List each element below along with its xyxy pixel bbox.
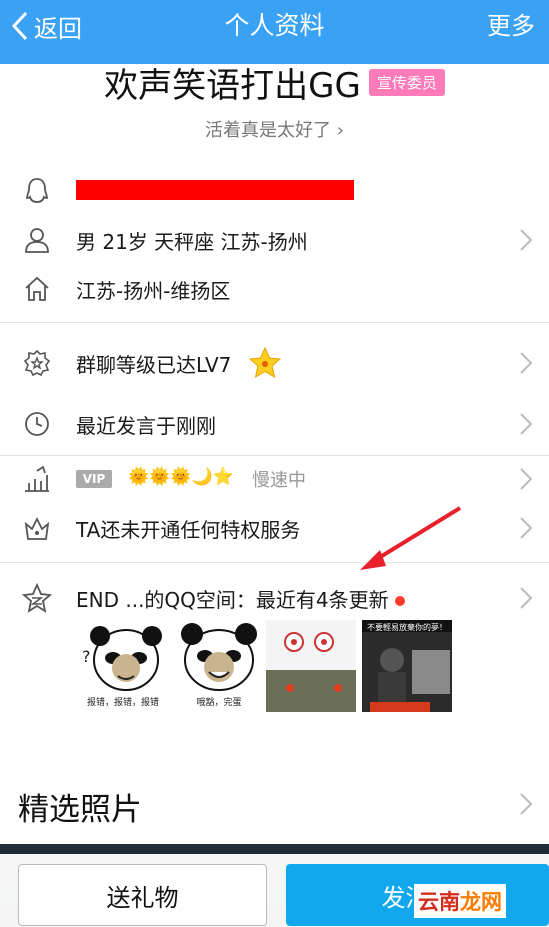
navbar: 返回 个人资料 更多 [0, 0, 549, 64]
qzone-thumbnail[interactable]: 哦豁，完蛋 [174, 620, 264, 712]
last-speak-text: 最近发言于刚刚 [76, 413, 216, 438]
redaction-bar [76, 180, 354, 200]
vip-tag: VIP [76, 470, 112, 488]
more-button[interactable]: 更多 [487, 6, 535, 46]
chevron-right-icon [520, 517, 533, 539]
last-speak-row[interactable]: 最近发言于刚刚 [0, 399, 549, 449]
group-level-row[interactable]: 群聊等级已达LV7 [0, 338, 549, 388]
qzone-thumbnail[interactable]: ? 报错，报错，报错 [78, 620, 168, 712]
qzone-star-icon [22, 583, 52, 613]
qzone-text: END ...的QQ空间：最近有4条更新 [76, 584, 405, 613]
penguin-icon [22, 176, 52, 206]
anime-meme-image [266, 620, 356, 712]
star-level-icon [248, 346, 282, 379]
svg-text:?: ? [82, 647, 91, 666]
speech-photo-image [362, 620, 452, 712]
level-icons: 🌞🌞🌞🌙⭐ [128, 467, 234, 487]
photos-section-title: 精选照片 [18, 792, 142, 828]
update-dot [394, 596, 405, 606]
signature-link[interactable]: 活着真是太好了 › [0, 116, 549, 142]
chevron-right-icon [520, 413, 533, 435]
basic-info-row[interactable]: 男 21岁 天秤座 江苏-扬州 [0, 215, 549, 265]
page-title: 个人资料 [224, 11, 325, 40]
qzone-row[interactable]: END ...的QQ空间：最近有4条更新 [0, 573, 549, 623]
chevron-right-icon [520, 587, 533, 609]
chart-up-icon [22, 464, 52, 494]
chevron-right-icon [520, 352, 533, 374]
privilege-text: TA还未开通任何特权服务 [76, 517, 301, 542]
basic-info-text: 男 21岁 天秤座 江苏-扬州 [76, 229, 308, 254]
clock-icon [22, 409, 52, 439]
annotation-arrow [360, 506, 462, 570]
group-level-text: 群聊等级已达LV7 [76, 352, 232, 377]
hometown-text: 江苏-扬州-维扬区 [76, 278, 231, 303]
hometown-row: 江苏-扬州-维扬区 [0, 264, 549, 314]
crown-icon [22, 513, 52, 543]
watermark: 云南龙网 [414, 884, 506, 918]
qzone-thumbnail[interactable] [266, 620, 356, 712]
home-icon [22, 274, 52, 304]
title-badge[interactable]: 宣传委员 [368, 68, 445, 96]
chevron-right-icon[interactable] [519, 792, 533, 816]
chevron-right-icon [520, 468, 533, 490]
thumbnail-caption: 不要輕易放棄你的夢！ [367, 623, 447, 632]
profile-header: 欢声笑语打出GG 宣传委员 [0, 62, 549, 106]
badge-star-icon [22, 348, 52, 378]
nickname: 欢声笑语打出GG [104, 65, 361, 106]
thumbnail-caption: 哦豁，完蛋 [196, 698, 242, 708]
person-icon [22, 225, 52, 255]
send-gift-button[interactable]: 送礼物 [18, 864, 267, 926]
thumbnail-caption: 报错，报错，报错 [86, 698, 159, 708]
speed-status: 慢速中 [252, 470, 306, 491]
panda-meme-image [181, 623, 257, 691]
chevron-right-icon [520, 229, 533, 251]
qzone-thumbnail[interactable]: 不要輕易放棄你的夢！ [362, 620, 452, 712]
panda-meme-image: ? [82, 626, 162, 691]
divider [0, 322, 549, 323]
